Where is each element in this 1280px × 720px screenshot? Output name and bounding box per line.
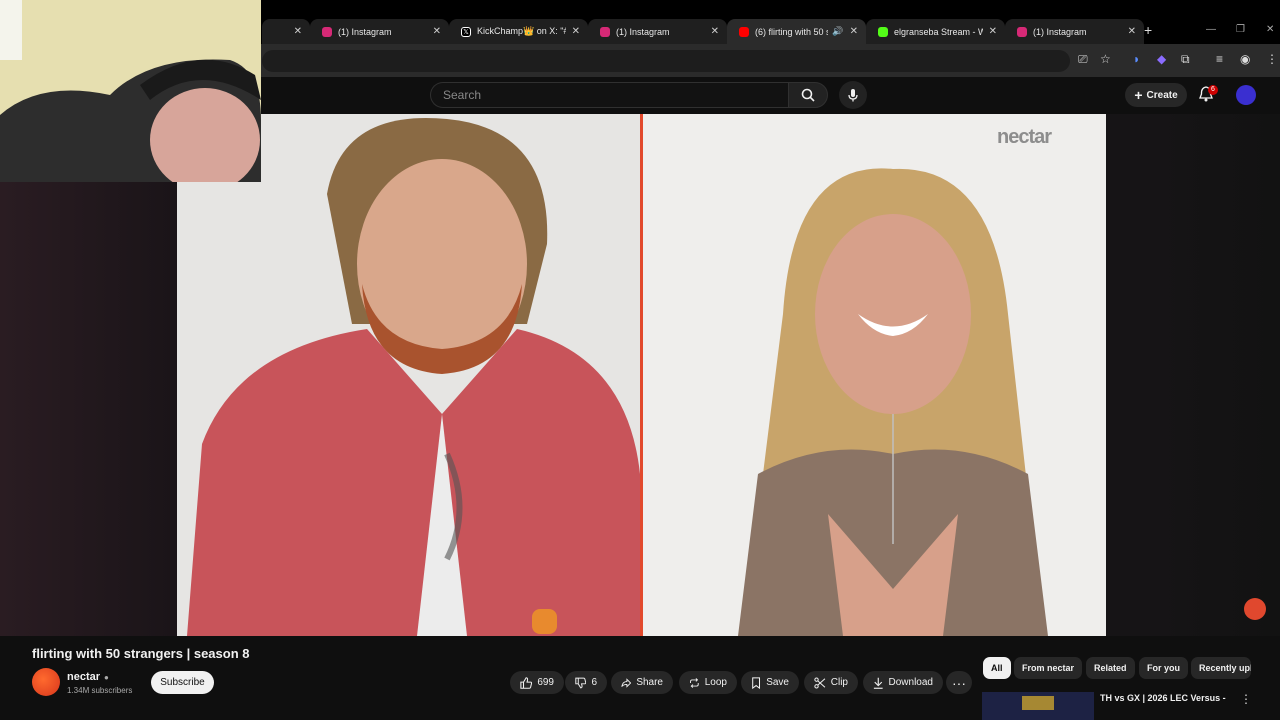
tab-title: (1) Instagram [1033, 26, 1087, 37]
speaker-icon[interactable]: 🔊 [832, 26, 843, 37]
tab-title: (6) flirting with 50 stra... [755, 26, 829, 37]
notification-badge: 6 [1208, 85, 1218, 95]
kick-icon [878, 26, 888, 37]
chip-related[interactable]: Related [1086, 657, 1135, 679]
recommendation-thumbnail[interactable] [982, 692, 1094, 720]
reading-list-icon[interactable]: ≡ [1216, 52, 1223, 66]
recommendation-title[interactable]: TH vs GX | 2026 LEC Versus - [1100, 693, 1226, 703]
scissors-icon [814, 676, 826, 689]
tab-instagram-3[interactable]: (1) Instagram ✕ [1005, 19, 1144, 44]
tab-instagram-1[interactable]: (1) Instagram ✕ [310, 19, 449, 44]
video-player[interactable]: nectar [177, 114, 1106, 636]
kebab-menu-icon[interactable]: ⋮ [1266, 52, 1278, 66]
chip-recently-uploaded[interactable]: Recently upl [1191, 657, 1251, 679]
youtube-icon [739, 26, 749, 37]
minimize-icon[interactable]: — [1206, 24, 1216, 35]
microphone-icon [848, 89, 858, 102]
clip-label: Clip [830, 677, 848, 688]
search-input[interactable]: Search [430, 82, 788, 108]
tab-youtube-active[interactable]: (6) flirting with 50 stra... 🔊 ✕ [727, 19, 866, 44]
shield-extension-icon[interactable]: ◆ [1157, 52, 1166, 66]
floating-extension-button[interactable] [1244, 598, 1266, 620]
channel-name-link[interactable]: nectar ● [67, 671, 109, 683]
close-icon[interactable]: ✕ [433, 26, 441, 37]
close-icon[interactable]: ✕ [850, 26, 858, 37]
video-title: flirting with 50 strangers | season 8 [32, 646, 250, 661]
clip-button[interactable]: Clip [804, 671, 858, 694]
create-label: Create [1146, 89, 1178, 101]
dislike-count: 6 [591, 677, 597, 688]
download-label: Download [888, 677, 933, 688]
new-tab-button[interactable]: + [1144, 22, 1152, 38]
tab-title: elgranseba Stream - Watc... [894, 26, 983, 37]
verified-badge-icon: ● [104, 672, 109, 682]
extension-icon[interactable]: ◗ [1133, 52, 1140, 66]
instagram-icon [1017, 26, 1027, 37]
bookmark-icon [752, 676, 761, 689]
recommendation-more-icon[interactable]: ⋮ [1240, 692, 1252, 706]
like-button[interactable]: 699 [510, 671, 564, 694]
thumbs-up-icon [520, 676, 533, 689]
thumbs-down-icon [575, 677, 587, 688]
subscriber-count: 1.34M subscribers [67, 686, 133, 695]
download-button[interactable]: Download [863, 671, 943, 694]
search-placeholder: Search [443, 88, 482, 102]
loop-icon [690, 677, 699, 688]
plus-icon: + [1134, 87, 1143, 103]
dislike-button[interactable]: 6 [565, 671, 607, 694]
more-actions-button[interactable]: ··· [946, 671, 972, 694]
chip-for-you[interactable]: For you [1139, 657, 1188, 679]
close-icon[interactable]: ✕ [294, 26, 302, 37]
chip-from-channel[interactable]: From nectar [1014, 657, 1083, 679]
save-button[interactable]: Save [741, 671, 799, 694]
download-icon [873, 677, 883, 689]
close-icon[interactable]: ✕ [989, 26, 997, 37]
share-icon [621, 677, 632, 688]
user-avatar[interactable] [1236, 85, 1256, 105]
video-frame-right [643, 114, 1106, 636]
bookmark-star-icon[interactable]: ☆ [1100, 52, 1111, 66]
x-logo-icon: 𝕏 [461, 26, 471, 37]
channel-avatar[interactable] [32, 668, 60, 696]
close-icon[interactable]: ✕ [1128, 26, 1136, 37]
channel-watermark: nectar [997, 126, 1052, 148]
puzzle-icon[interactable]: ⧉ [1181, 52, 1190, 67]
channel-name: nectar [67, 671, 101, 683]
like-count: 699 [537, 677, 554, 688]
profile-icon[interactable]: ◉ [1240, 52, 1250, 66]
tab-title: (1) Instagram [338, 26, 392, 37]
loop-button[interactable]: Loop [679, 671, 737, 694]
tab-list: ✕ (1) Instagram ✕ 𝕏 KickChamp👑 on X: "#2… [262, 19, 1144, 44]
instagram-icon [600, 26, 610, 37]
tab-instagram-2[interactable]: (1) Instagram ✕ [588, 19, 727, 44]
search-button[interactable] [788, 82, 828, 108]
chip-all[interactable]: All [983, 657, 1011, 679]
webcam-overlay [0, 0, 261, 182]
close-icon[interactable]: ✕ [711, 26, 719, 37]
save-label: Save [766, 677, 789, 688]
tab-title: (1) Instagram [616, 26, 670, 37]
more-horizontal-icon: ··· [952, 674, 966, 691]
search-icon [801, 88, 815, 102]
cast-icon[interactable]: ⎚ [1078, 52, 1088, 67]
tab-title: KickChamp👑 on X: "#2 ... [477, 26, 566, 36]
tab-kick-stream[interactable]: elgranseba Stream - Watc... ✕ [866, 19, 1005, 44]
address-bar[interactable] [262, 50, 1070, 72]
tab-kickchamp-x[interactable]: 𝕏 KickChamp👑 on X: "#2 ... ✕ [449, 19, 588, 44]
window-close-icon[interactable]: ✕ [1266, 24, 1274, 35]
create-button[interactable]: + Create [1125, 83, 1187, 107]
instagram-icon [322, 26, 332, 37]
loop-label: Loop [704, 677, 727, 688]
share-label: Share [636, 677, 663, 688]
video-frame-left [177, 114, 640, 636]
tab-0[interactable]: ✕ [262, 19, 310, 44]
voice-search-button[interactable] [839, 81, 867, 109]
close-icon[interactable]: ✕ [572, 26, 580, 37]
restore-icon[interactable]: ❐ [1236, 24, 1245, 35]
subscribe-button[interactable]: Subscribe [151, 671, 214, 694]
share-button[interactable]: Share [611, 671, 673, 694]
